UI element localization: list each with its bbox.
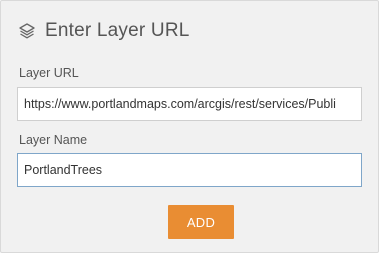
enter-layer-url-panel: Enter Layer URL Layer URL Layer Name ADD	[0, 0, 379, 253]
layer-name-input[interactable]	[17, 153, 362, 187]
layer-name-label: Layer Name	[19, 133, 88, 147]
panel-header: Enter Layer URL	[18, 19, 190, 43]
add-button[interactable]: ADD	[168, 205, 234, 239]
layer-url-label: Layer URL	[19, 66, 79, 80]
panel-title: Enter Layer URL	[45, 20, 190, 41]
layer-url-input[interactable]	[17, 87, 362, 121]
layers-icon	[18, 22, 36, 40]
